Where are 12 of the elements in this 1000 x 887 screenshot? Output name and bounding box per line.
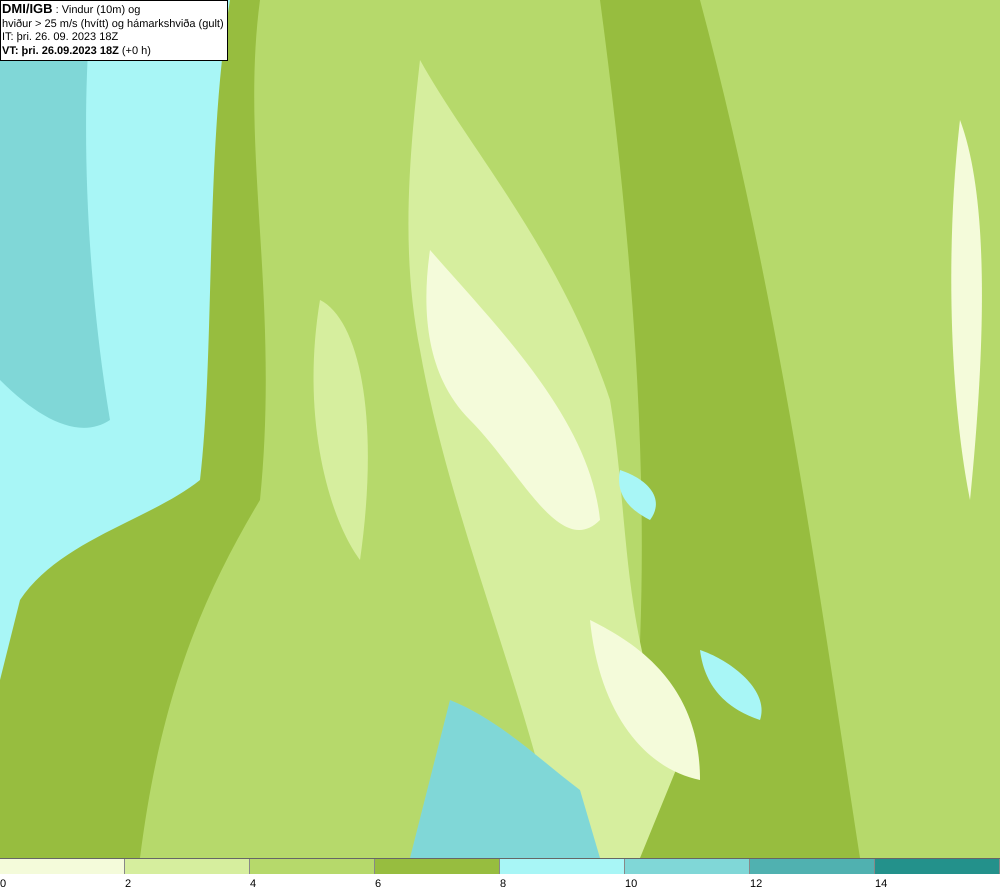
legend-label: 0 — [0, 878, 6, 887]
title-line: VT: þri. 26.09.2023 18Z (+0 h) — [2, 44, 152, 58]
legend-label: 4 — [250, 878, 256, 887]
legend-label: 12 — [750, 878, 762, 887]
title-line: hviður > 25 m/s (hvítt) og hámarkshviða (gult) — [2, 18, 224, 31]
title-line: DMI/IGB : Vindur (10m) og — [2, 2, 142, 18]
legend-label: 14 — [875, 878, 888, 887]
legend-label: 8 — [500, 878, 506, 887]
legend-label: 6 — [375, 878, 382, 887]
legend-label: 10 — [625, 878, 638, 887]
title-line: IT: þri. 26. 09. 2023 18Z — [2, 31, 120, 44]
legend-label: 2 — [125, 878, 132, 887]
